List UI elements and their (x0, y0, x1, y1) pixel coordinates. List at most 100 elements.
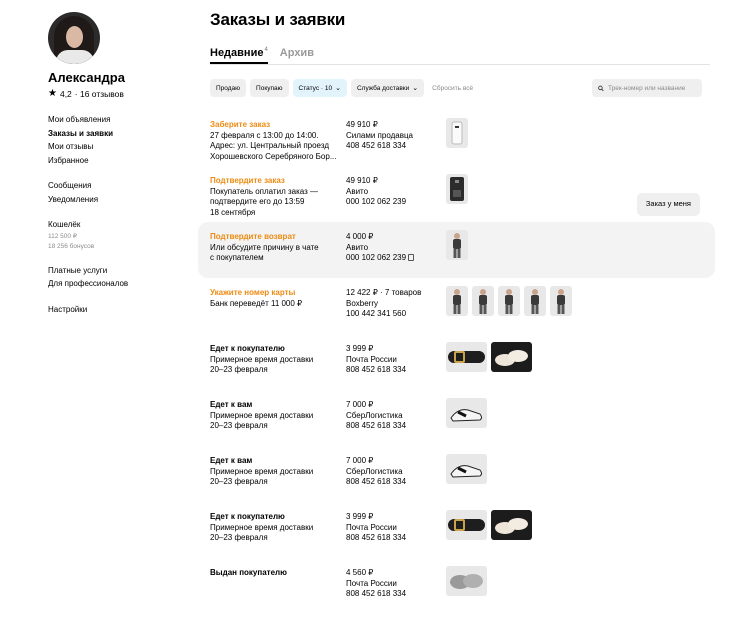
nav-group-messages: Сообщения Уведомления (48, 179, 188, 206)
avatar[interactable] (48, 12, 100, 64)
order-service: Почта России (346, 523, 441, 534)
order-status-title: Укажите номер карты (210, 288, 296, 297)
order-row[interactable]: Укажите номер карты Банк переведёт 11 000… (198, 278, 715, 334)
order-service: Почта России (346, 355, 441, 366)
order-service-text: Почта России (346, 522, 397, 532)
product-thumbnail[interactable] (446, 510, 487, 540)
order-status-block: Едет к вам Примерное время доставки 20–23 … (210, 400, 340, 432)
order-row[interactable]: Едет к вам Примерное время доставки 20–23 … (198, 446, 715, 502)
order-status-detail: Покупатель оплатил заказ — (210, 186, 318, 196)
order-status-block: Подтвердите возврат Или обсудите причину … (210, 232, 340, 264)
nav-my-reviews[interactable]: Мои отзывы (48, 140, 188, 154)
order-service-text: Авито (346, 186, 369, 196)
order-status-detail: 20–23 февраля (210, 533, 268, 542)
product-thumbnail[interactable] (446, 286, 468, 316)
order-status-detail: Примерное время доставки (210, 354, 314, 364)
product-thumbnail[interactable] (446, 342, 487, 372)
order-row[interactable]: Заберите заказ 27 февраля с 13:00 до 14:0… (198, 110, 715, 166)
filter-status-label: Статус · 10 (298, 84, 333, 92)
product-thumbnail[interactable] (446, 454, 487, 484)
order-price-text: 7 000 ₽ (346, 400, 374, 409)
product-thumbnail[interactable] (446, 230, 468, 260)
order-price: 4 000 ₽ (346, 232, 441, 243)
product-thumbnail[interactable] (446, 118, 468, 148)
order-price-text: 12 422 ₽ · 7 товаров (346, 288, 422, 297)
nav-settings[interactable]: Настройки (48, 303, 188, 317)
order-status-detail: Адрес: ул. Центральный проезд (210, 141, 329, 150)
tab-archive[interactable]: Архив (280, 47, 314, 64)
order-track: 808 452 618 334 (346, 365, 441, 376)
order-thumbnails (446, 510, 532, 540)
nav-my-ads[interactable]: Мои объявления (48, 113, 188, 127)
reset-filters-link[interactable]: Сбросить всё (432, 85, 473, 92)
order-status-detail: Примерное время доставки (210, 410, 314, 420)
order-price: 7 000 ₽ (346, 400, 441, 411)
order-service-text: СберЛогистика (346, 466, 403, 476)
nav-notifications[interactable]: Уведомления (48, 193, 188, 207)
order-service: Авито (346, 187, 441, 198)
user-name[interactable]: Александра (48, 70, 188, 85)
order-track-text: 808 452 618 334 (346, 421, 407, 430)
order-price: 49 910 ₽ (346, 176, 441, 187)
order-info-block: 12 422 ₽ · 7 товаров Boxberry 100 442 341 … (346, 288, 441, 320)
filter-status[interactable]: Статус · 10 ⌄ (292, 79, 347, 97)
order-service: СберЛогистика (346, 467, 441, 478)
order-track-text: 408 452 618 334 (346, 141, 407, 150)
order-track: 000 102 062 239 (346, 197, 441, 208)
order-status-detail: Или обсудите причину в чате (210, 242, 319, 252)
product-thumbnail[interactable] (446, 398, 487, 428)
search-icon (598, 85, 604, 91)
product-thumbnail[interactable] (550, 286, 572, 316)
product-thumbnail[interactable] (491, 342, 532, 372)
product-thumbnail[interactable] (498, 286, 520, 316)
order-row[interactable]: Подтвердите заказ Покупатель оплатил зака… (198, 166, 715, 222)
product-thumbnail[interactable] (472, 286, 494, 316)
order-status-detail: 27 февраля с 13:00 до 14:00. (210, 130, 319, 140)
filter-delivery[interactable]: Служба доставки ⌄ (350, 79, 425, 97)
order-at-me-button[interactable]: Заказ у меня (636, 193, 700, 216)
order-row[interactable]: Едет к покупателю Примерное время доставк… (198, 502, 715, 558)
order-service: Авито (346, 243, 441, 254)
tab-recent-count: 4 (264, 47, 268, 54)
nav-group-settings: Настройки (48, 303, 188, 317)
product-thumbnail[interactable] (524, 286, 546, 316)
order-status-detail: с покупателем (210, 253, 264, 262)
product-thumbnail[interactable] (491, 510, 532, 540)
order-status-block: Выдан покупателю (210, 568, 340, 579)
tab-archive-label: Архив (279, 47, 314, 59)
order-track-text: 808 452 618 334 (346, 533, 407, 542)
nav-wallet[interactable]: Кошелёк (48, 218, 188, 232)
filter-selling[interactable]: Продаю (210, 79, 247, 97)
copy-icon[interactable] (408, 254, 415, 261)
order-track: 100 442 341 560 (346, 309, 441, 320)
order-service: Boxberry (346, 299, 441, 310)
order-row[interactable]: Подтвердите возврат Или обсудите причину … (198, 222, 715, 278)
order-status-title: Выдан покупателю (210, 568, 287, 577)
order-service-text: СберЛогистика (346, 410, 403, 420)
order-price: 49 910 ₽ (346, 120, 441, 131)
wallet-bonuses: 18 256 бонусов (48, 242, 95, 250)
nav-orders[interactable]: Заказы и заявки (48, 127, 188, 141)
product-thumbnail[interactable] (446, 566, 487, 596)
tab-recent-label: Недавние (210, 47, 264, 59)
user-rating[interactable]: ★ 4,2 · 16 отзывов (48, 88, 188, 99)
nav-messages[interactable]: Сообщения (48, 179, 188, 193)
order-track: 408 452 618 334 (346, 141, 441, 152)
order-info-block: 7 000 ₽ СберЛогистика 808 452 618 334 (346, 400, 441, 432)
search-box[interactable] (592, 79, 702, 97)
order-status-title: Подтвердите возврат (210, 232, 296, 241)
order-row[interactable]: Выдан покупателю 4 560 ₽ Почта России 808 4… (198, 558, 715, 614)
tab-recent[interactable]: Недавние4 (210, 47, 268, 64)
nav-paid-services[interactable]: Платные услуги (48, 264, 188, 278)
nav-favorites[interactable]: Избранное (48, 154, 188, 168)
filter-buying[interactable]: Покупаю (250, 79, 289, 97)
order-info-block: 49 910 ₽ Силами продавца 408 452 618 334 (346, 120, 441, 152)
product-thumbnail[interactable] (446, 174, 468, 204)
nav-professionals[interactable]: Для профессионалов (48, 277, 188, 291)
order-thumbnails (446, 454, 487, 484)
order-service-text: Силами продавца (346, 130, 414, 140)
order-row[interactable]: Едет к покупателю Примерное время доставк… (198, 334, 715, 390)
chevron-down-icon: ⌄ (412, 85, 419, 92)
order-row[interactable]: Едет к вам Примерное время доставки 20–23 … (198, 390, 715, 446)
search-input[interactable] (608, 84, 696, 92)
